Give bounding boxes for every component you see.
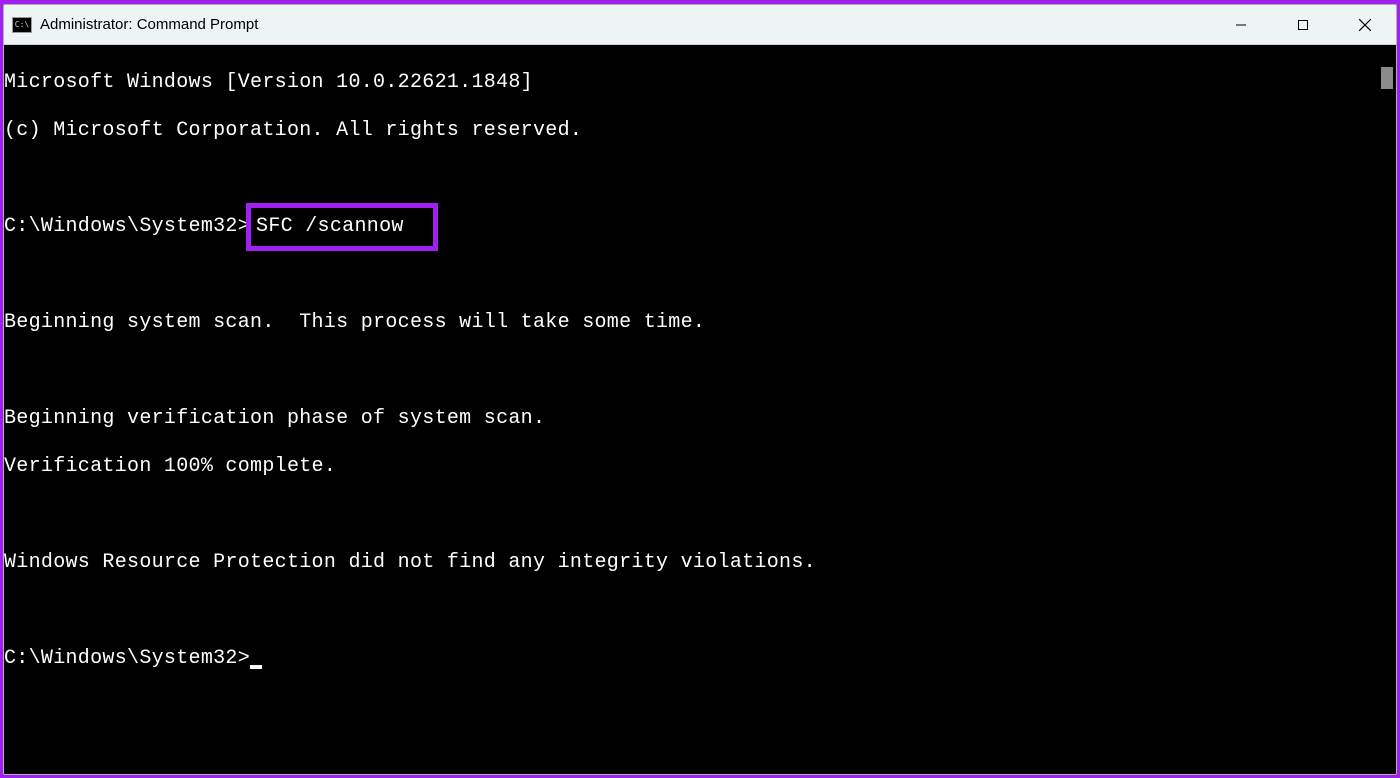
output-line: Beginning verification phase of system s…	[4, 407, 1378, 431]
window-title: Administrator: Command Prompt	[40, 16, 1210, 33]
prompt-line: C:\Windows\System32>	[4, 647, 1378, 671]
output-line: Verification 100% complete.	[4, 455, 1378, 479]
output-line: Beginning system scan. This process will…	[4, 311, 1378, 335]
terminal-output[interactable]: Microsoft Windows [Version 10.0.22621.18…	[4, 45, 1378, 774]
output-line: Microsoft Windows [Version 10.0.22621.18…	[4, 71, 1378, 95]
minimize-button[interactable]	[1210, 5, 1272, 44]
highlight-box	[246, 203, 438, 251]
command-prompt-window: C:\ Administrator: Command Prompt Micros…	[3, 4, 1397, 775]
blank-line	[4, 263, 1378, 287]
close-icon	[1358, 18, 1372, 32]
minimize-icon	[1235, 19, 1247, 31]
blank-line	[4, 599, 1378, 623]
prompt-path: C:\Windows\System32>	[4, 215, 250, 239]
content-area: Microsoft Windows [Version 10.0.22621.18…	[4, 45, 1396, 774]
command-wrap: SFC /scannow	[250, 215, 410, 239]
blank-line	[4, 359, 1378, 383]
blank-line	[4, 503, 1378, 527]
scrollbar[interactable]	[1378, 45, 1396, 774]
blank-line	[4, 167, 1378, 191]
prompt-path: C:\Windows\System32>	[4, 647, 250, 671]
titlebar[interactable]: C:\ Administrator: Command Prompt	[4, 5, 1396, 45]
prompt-line: C:\Windows\System32>SFC /scannow	[4, 215, 1378, 239]
window-controls	[1210, 5, 1396, 44]
app-icon: C:\	[12, 17, 32, 33]
cursor	[250, 665, 262, 669]
close-button[interactable]	[1334, 5, 1396, 44]
maximize-button[interactable]	[1272, 5, 1334, 44]
output-line: (c) Microsoft Corporation. All rights re…	[4, 119, 1378, 143]
maximize-icon	[1297, 19, 1309, 31]
output-line: Windows Resource Protection did not find…	[4, 551, 1378, 575]
scroll-thumb[interactable]	[1381, 67, 1393, 89]
